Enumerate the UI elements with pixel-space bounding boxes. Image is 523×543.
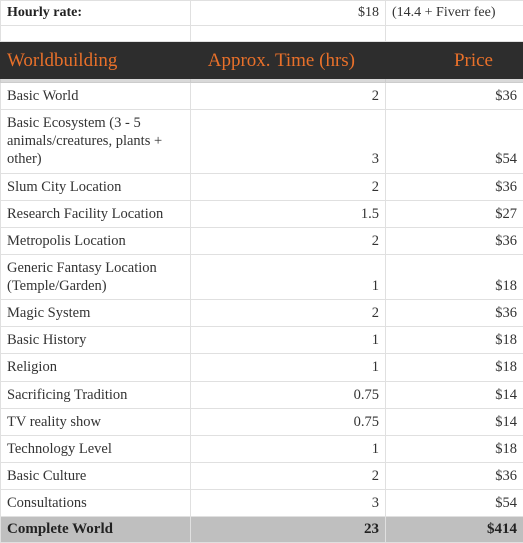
row-item: Generic Fantasy Location (Temple/Garden) [1, 254, 191, 299]
total-price: $414 [386, 517, 523, 543]
row-time: 1 [191, 327, 386, 354]
row-price: $36 [386, 83, 523, 110]
row-time: 1 [191, 435, 386, 462]
row-time: 2 [191, 83, 386, 110]
row-price: $18 [386, 327, 523, 354]
row-price: $14 [386, 408, 523, 435]
pricing-table: Hourly rate: $18 (14.4 + Fiverr fee) Wor… [0, 0, 523, 543]
table-row: TV reality show0.75$14 [1, 408, 523, 435]
table-row: Consultations3$54 [1, 490, 523, 517]
row-item: Basic History [1, 327, 191, 354]
row-price: $36 [386, 300, 523, 327]
table-row: Basic Culture2$36 [1, 462, 523, 489]
row-time: 2 [191, 227, 386, 254]
table-row: Metropolis Location2$36 [1, 227, 523, 254]
row-time: 3 [191, 490, 386, 517]
row-time: 2 [191, 173, 386, 200]
row-price: $36 [386, 462, 523, 489]
header-time: Approx. Time (hrs) [191, 42, 386, 79]
table-row: Basic Ecosystem (3 - 5 animals/creatures… [1, 110, 523, 173]
row-item: Religion [1, 354, 191, 381]
row-item: Magic System [1, 300, 191, 327]
row-time: 2 [191, 300, 386, 327]
row-time: 1 [191, 254, 386, 299]
row-price: $18 [386, 435, 523, 462]
table-row: Technology Level1$18 [1, 435, 523, 462]
table-row: Generic Fantasy Location (Temple/Garden)… [1, 254, 523, 299]
row-item: Slum City Location [1, 173, 191, 200]
total-label: Complete World [1, 517, 191, 543]
row-price: $36 [386, 227, 523, 254]
table-row: Magic System2$36 [1, 300, 523, 327]
total-row: Complete World 23 $414 [1, 517, 523, 543]
table-row: Basic World2$36 [1, 83, 523, 110]
table-row: Basic History1$18 [1, 327, 523, 354]
table-row: Research Facility Location1.5$27 [1, 200, 523, 227]
row-time: 1.5 [191, 200, 386, 227]
table-row: Slum City Location2$36 [1, 173, 523, 200]
hourly-rate-note: (14.4 + Fiverr fee) [386, 1, 523, 26]
row-item: Basic Culture [1, 462, 191, 489]
row-price: $18 [386, 254, 523, 299]
row-price: $54 [386, 110, 523, 173]
row-price: $14 [386, 381, 523, 408]
row-item: Sacrificing Tradition [1, 381, 191, 408]
row-price: $54 [386, 490, 523, 517]
hourly-rate-row: Hourly rate: $18 (14.4 + Fiverr fee) [1, 1, 523, 26]
row-item: Metropolis Location [1, 227, 191, 254]
hourly-rate-value: $18 [191, 1, 386, 26]
row-price: $18 [386, 354, 523, 381]
row-item: Basic Ecosystem (3 - 5 animals/creatures… [1, 110, 191, 173]
row-time: 0.75 [191, 408, 386, 435]
row-price: $27 [386, 200, 523, 227]
row-time: 2 [191, 462, 386, 489]
header-category: Worldbuilding [1, 42, 191, 79]
row-price: $36 [386, 173, 523, 200]
row-item: Consultations [1, 490, 191, 517]
hourly-rate-label: Hourly rate: [1, 1, 191, 26]
table-row: Religion1$18 [1, 354, 523, 381]
row-time: 0.75 [191, 381, 386, 408]
row-time: 1 [191, 354, 386, 381]
row-item: Basic World [1, 83, 191, 110]
header-price: Price [386, 42, 523, 79]
table-header: Worldbuilding Approx. Time (hrs) Price [1, 42, 523, 79]
spacer-row [1, 26, 523, 42]
total-time: 23 [191, 517, 386, 543]
row-item: Research Facility Location [1, 200, 191, 227]
row-item: Technology Level [1, 435, 191, 462]
table-row: Sacrificing Tradition0.75$14 [1, 381, 523, 408]
row-item: TV reality show [1, 408, 191, 435]
row-time: 3 [191, 110, 386, 173]
